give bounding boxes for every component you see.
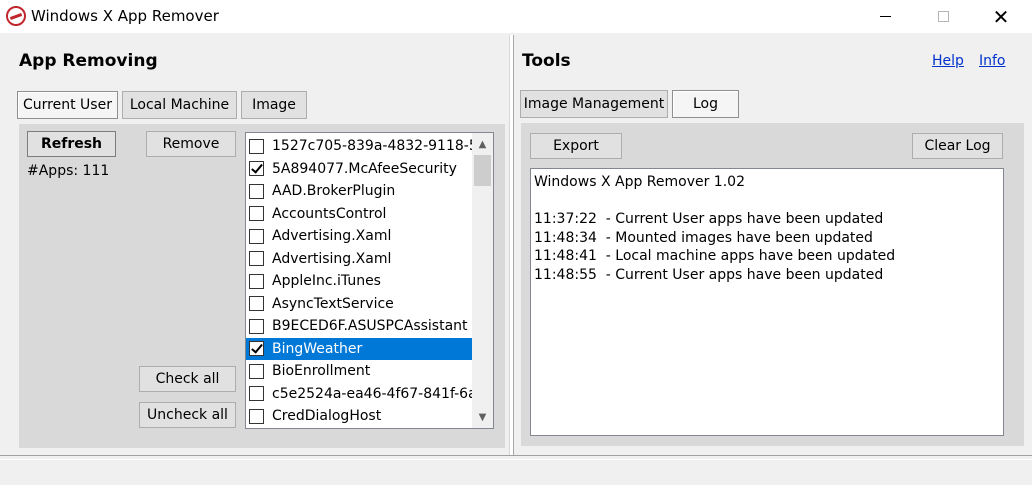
list-item[interactable]: Advertising.Xaml [246, 225, 472, 247]
status-separator [0, 455, 1032, 460]
close-button[interactable]: ✕ [978, 0, 1024, 33]
app-name: c5e2524a-ea46-4f67-841f-6a9465d9d515 [272, 385, 472, 402]
app-name: CredDialogHost [272, 408, 382, 424]
tab-local-machine[interactable]: Local Machine [122, 91, 237, 119]
log-line: 11:48:55 - Current User apps have been u… [534, 266, 884, 283]
app-name: AppleInc.iTunes [272, 273, 381, 289]
maximize-button[interactable] [920, 0, 966, 33]
clear-log-button[interactable]: Clear Log [912, 133, 1003, 159]
log-textbox[interactable]: Windows X App Remover 1.02 11:37:22 - Cur… [530, 168, 1004, 436]
help-link[interactable]: Help [932, 53, 964, 69]
app-list-scrollbar[interactable]: ▲ ▼ [472, 133, 493, 428]
app-checkbox[interactable] [249, 296, 264, 311]
app-checkbox[interactable] [249, 273, 264, 289]
tab-label: Image [252, 97, 296, 113]
app-name: 1527c705-839a-4832-9118-54d4Bd6a0c89 [272, 138, 472, 154]
tab-label: Image Management [523, 96, 665, 112]
list-item[interactable]: AAD.BrokerPlugin [246, 180, 472, 202]
app-name: Advertising.Xaml [272, 250, 392, 267]
app-checkbox[interactable] [249, 228, 264, 244]
tab-label: Log [692, 96, 718, 112]
log-line: 11:37:22 - Current User apps have been u… [534, 211, 884, 228]
app-checkbox[interactable] [249, 386, 264, 401]
app-list[interactable]: 1527c705-839a-4832-9118-54d4Bd6a0c89 5A89… [245, 132, 494, 429]
scroll-down-icon[interactable]: ▼ [472, 408, 493, 426]
check-all-button[interactable]: Check all [139, 366, 236, 392]
app-name: BioEnrollment [272, 363, 371, 379]
list-item[interactable]: 1527c705-839a-4832-9118-54d4Bd6a0c89 [246, 135, 472, 157]
minimize-button[interactable] [862, 0, 908, 33]
log-line: 11:48:34 - Mounted images have been upda… [534, 229, 873, 246]
scroll-up-icon[interactable]: ▲ [472, 135, 493, 153]
app-checkbox[interactable] [249, 341, 264, 356]
minimize-icon [879, 16, 891, 17]
list-item[interactable]: 5A894077.McAfeeSecurity [246, 158, 472, 180]
list-item[interactable]: AsyncTextService [246, 293, 472, 315]
maximize-icon [937, 11, 949, 22]
tab-label: Local Machine [129, 97, 230, 113]
app-removing-heading: App Removing [19, 51, 158, 71]
app-checkbox[interactable] [249, 138, 264, 154]
export-button[interactable]: Export [530, 133, 622, 159]
tab-image[interactable]: Image [241, 91, 307, 119]
list-item[interactable]: CredDialogHost [246, 405, 472, 427]
close-icon: ✕ [992, 4, 1010, 29]
list-item[interactable]: B9ECED6F.ASUSPCAssistant [246, 315, 472, 337]
app-checkbox[interactable] [249, 251, 264, 266]
apps-count-label: #Apps: 111 [27, 163, 110, 179]
list-item[interactable]: Advertising.Xaml [246, 248, 472, 270]
list-item[interactable]: AppleInc.iTunes [246, 270, 472, 292]
title-bar: Windows X App Remover ✕ [0, 0, 1032, 33]
app-checkbox[interactable] [249, 206, 264, 221]
app-name: Advertising.Xaml [272, 228, 392, 244]
app-name: B9ECED6F.ASUSPCAssistant [272, 318, 468, 334]
app-checkbox[interactable] [249, 318, 264, 334]
app-checkbox[interactable] [249, 408, 264, 424]
tab-image-management[interactable]: Image Management [520, 90, 668, 118]
app-name: AAD.BrokerPlugin [272, 183, 396, 199]
refresh-button[interactable]: Refresh [27, 131, 116, 157]
app-name: AsyncTextService [272, 295, 394, 312]
tools-heading: Tools [522, 51, 571, 71]
log-line: Windows X App Remover 1.02 [534, 174, 745, 190]
tab-log[interactable]: Log [672, 90, 739, 118]
list-item[interactable]: c5e2524a-ea46-4f67-841f-6a9465d9d515 [246, 383, 472, 405]
app-checkbox[interactable] [249, 161, 264, 176]
uncheck-all-button[interactable]: Uncheck all [139, 402, 236, 428]
tab-current-user[interactable]: Current User [17, 91, 118, 119]
app-name: AccountsControl [272, 205, 387, 222]
app-checkbox[interactable] [249, 363, 264, 379]
remove-button[interactable]: Remove [146, 131, 236, 157]
list-item[interactable]: BioEnrollment [246, 360, 472, 382]
app-remover-icon [6, 6, 26, 26]
list-item[interactable]: BingWeather [246, 337, 472, 360]
info-link[interactable]: Info [979, 53, 1006, 69]
scroll-thumb[interactable] [474, 155, 491, 186]
app-name: 5A894077.McAfeeSecurity [272, 160, 457, 177]
app-name: BingWeather [272, 340, 363, 357]
window-title: Windows X App Remover [31, 7, 219, 25]
list-item[interactable]: AccountsControl [246, 203, 472, 225]
app-checkbox[interactable] [249, 183, 264, 199]
panel-divider[interactable] [509, 35, 514, 455]
log-line: 11:48:41 - Local machine apps have been … [534, 248, 896, 265]
tab-label: Current User [23, 97, 112, 113]
